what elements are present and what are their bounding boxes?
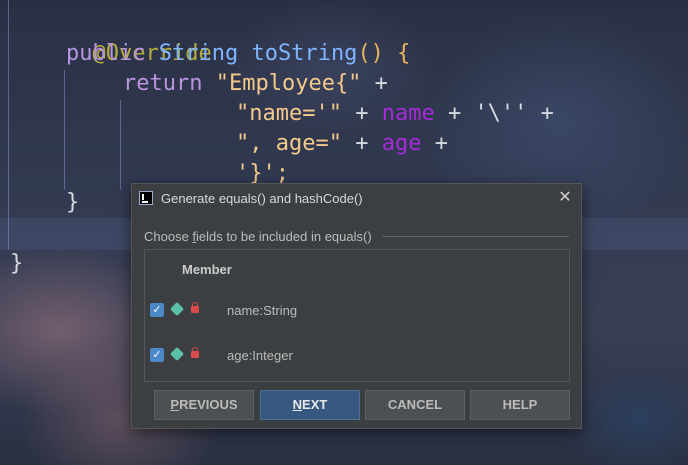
private-lock-icon <box>191 347 199 358</box>
string-literal: "name='" <box>236 101 342 126</box>
string-literal: ", age=" <box>236 131 342 156</box>
operator-text: + '\'' + <box>434 101 554 126</box>
code-line-method-close[interactable]: } <box>66 188 79 218</box>
app-icon <box>139 191 153 205</box>
string-literal: "Employee{" <box>215 71 362 96</box>
dialog-title: Generate equals() and hashCode() <box>161 191 363 206</box>
previous-mnemonic: P <box>170 397 180 412</box>
indent-guide <box>120 100 121 190</box>
list-item[interactable]: ✓ name:String <box>145 296 569 326</box>
operator-text: + <box>341 101 382 126</box>
code-line-name[interactable]: "name='" + name + '\'' + <box>236 99 554 129</box>
code-line-class-close[interactable]: } <box>10 249 23 279</box>
indent-guide <box>8 0 9 250</box>
field-tag-icon <box>169 346 185 362</box>
type-string: String <box>158 41 239 66</box>
field-tag-icon <box>169 301 185 317</box>
operator-text: + <box>341 131 382 156</box>
fields-section-label: Choose fields to be included in equals() <box>144 229 372 244</box>
keyword-return: return <box>123 71 203 96</box>
section-label-suffix: ields to be included in equals() <box>196 229 372 244</box>
field-reference: name <box>381 101 435 126</box>
close-icon[interactable]: ✕ <box>555 188 575 208</box>
previous-label: REVIOUS <box>179 397 238 412</box>
help-button[interactable]: HELP <box>470 390 570 420</box>
member-label: name:String <box>227 303 298 318</box>
operator-text: + <box>421 131 448 156</box>
next-label: EXT <box>302 397 328 412</box>
check-icon[interactable]: ✓ <box>150 303 164 317</box>
code-line-method-signature[interactable]: public String toString() { <box>66 39 410 69</box>
check-icon[interactable]: ✓ <box>150 348 164 362</box>
section-divider <box>382 236 569 237</box>
dialog-titlebar[interactable]: Generate equals() and hashCode() ✕ <box>132 184 581 212</box>
cancel-button[interactable]: CANCEL <box>365 390 465 420</box>
signature-rest: () { <box>357 41 411 66</box>
next-mnemonic: N <box>292 397 303 412</box>
next-button[interactable]: NEXT <box>260 390 360 420</box>
generate-equals-dialog: Generate equals() and hashCode() ✕ Choos… <box>131 183 582 429</box>
method-name: toString <box>251 41 358 66</box>
closing-brace: } <box>10 251 24 276</box>
private-lock-icon <box>191 302 199 313</box>
previous-button[interactable]: PREVIOUS <box>154 390 254 420</box>
indent-guide <box>64 70 65 190</box>
list-item[interactable]: ✓ age:Integer <box>145 341 569 371</box>
member-column-header: Member <box>182 262 232 277</box>
closing-brace: } <box>66 190 80 215</box>
member-list[interactable]: Member ✓ name:String ✓ age:Integer <box>144 249 570 382</box>
section-label-prefix: Choose <box>144 229 193 244</box>
member-label: age:Integer <box>227 348 293 363</box>
keyword-public: public <box>66 41 146 66</box>
code-line-age[interactable]: ", age=" + age + <box>236 129 448 159</box>
operator-text: + <box>361 71 388 96</box>
field-reference: age <box>381 131 422 156</box>
code-line-return[interactable]: return "Employee{" + <box>123 69 388 99</box>
